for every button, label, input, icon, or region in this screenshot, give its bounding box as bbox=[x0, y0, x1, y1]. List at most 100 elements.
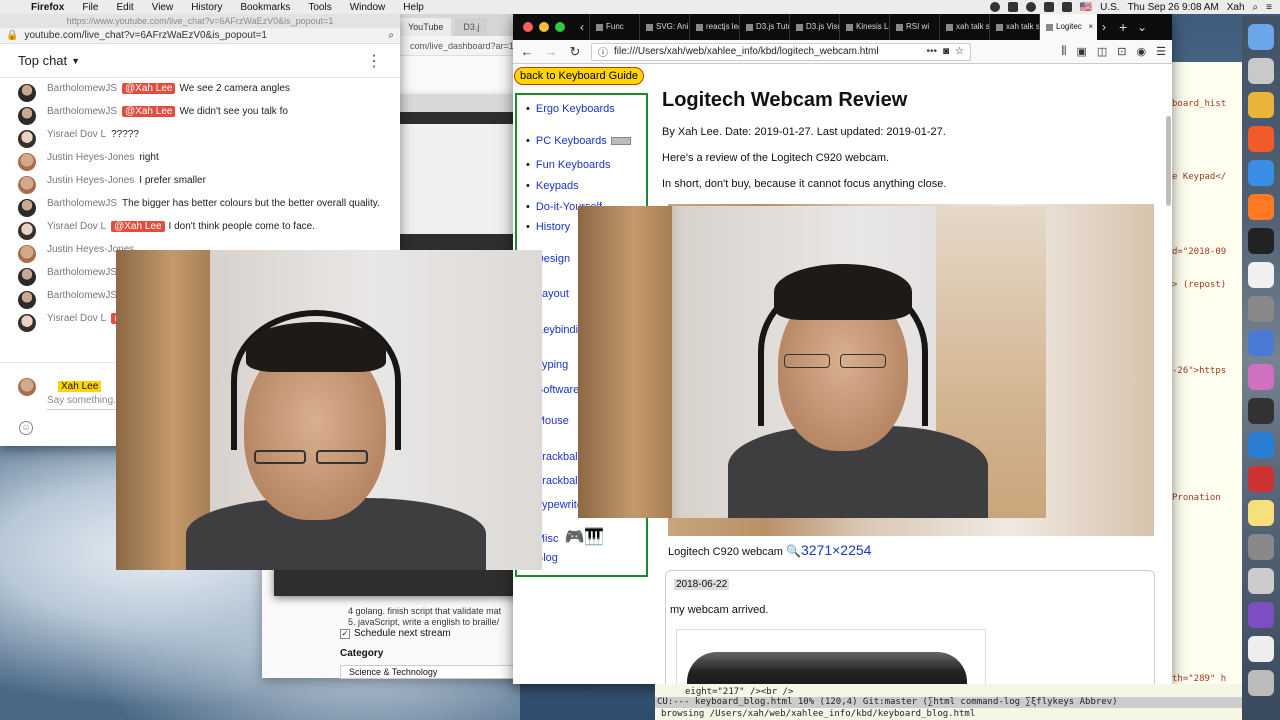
magnifier-icon[interactable]: 🔍 bbox=[786, 544, 801, 558]
message-author[interactable]: Justin Heyes-Jones bbox=[47, 175, 134, 186]
obs-icon[interactable] bbox=[1248, 398, 1274, 424]
new-tab-button[interactable]: + bbox=[1111, 19, 1135, 35]
textedit-icon[interactable] bbox=[1248, 262, 1274, 288]
browser-tab[interactable]: RSI wi bbox=[889, 14, 939, 40]
chevron-down-icon[interactable]: ▼ bbox=[71, 56, 80, 66]
nav-link[interactable]: Ergo Keyboards bbox=[526, 103, 615, 115]
browser-tab[interactable]: Logitec × bbox=[1039, 14, 1097, 40]
message-author[interactable]: Yisrael Dov L bbox=[47, 313, 106, 324]
menu-icon[interactable]: ☰ bbox=[1156, 45, 1166, 58]
avatar[interactable] bbox=[18, 176, 36, 194]
menu-help[interactable]: Help bbox=[394, 2, 433, 13]
avatar[interactable] bbox=[18, 245, 36, 263]
chat-message[interactable]: Yisrael Dov L????? bbox=[0, 127, 400, 150]
back-to-guide-link[interactable]: back to Keyboard Guide bbox=[514, 67, 645, 85]
browser-tab[interactable]: Func bbox=[589, 14, 639, 40]
avatar[interactable] bbox=[18, 199, 36, 217]
menu-bookmarks[interactable]: Bookmarks bbox=[231, 2, 299, 13]
volume-icon[interactable] bbox=[1043, 2, 1054, 12]
browser-tab[interactable]: xah talk sh bbox=[939, 14, 989, 40]
schedule-next-stream[interactable]: ✓ Schedule next stream bbox=[340, 628, 451, 639]
more-options-icon[interactable]: ⋮ bbox=[366, 51, 382, 71]
top-chat-dropdown[interactable]: Top chat bbox=[18, 53, 67, 68]
stickies-icon[interactable] bbox=[1248, 500, 1274, 526]
menu-history[interactable]: History bbox=[182, 2, 231, 13]
pocket-icon[interactable]: ◙ bbox=[943, 46, 949, 57]
avatar[interactable] bbox=[18, 291, 36, 309]
tab-d3[interactable]: D3.j bbox=[455, 18, 488, 36]
chrome-icon[interactable] bbox=[1248, 92, 1274, 118]
chat-url[interactable]: youtube.com/live_chat?v=6AFrzWaEzV0&is_p… bbox=[24, 30, 267, 41]
minimize-window-button[interactable] bbox=[539, 22, 549, 32]
browser-tab[interactable]: xah talk sh bbox=[989, 14, 1039, 40]
menu-view[interactable]: View bbox=[143, 2, 183, 13]
zoom-icon[interactable]: ⌕ bbox=[388, 30, 394, 41]
avatar[interactable] bbox=[18, 84, 36, 102]
clock[interactable]: Thu Sep 26 9:08 AM bbox=[1128, 2, 1219, 13]
chat-message[interactable]: Justin Heyes-Jones right bbox=[0, 150, 400, 173]
document-icon[interactable] bbox=[1248, 636, 1274, 662]
menu-app[interactable]: Firefox bbox=[22, 2, 73, 13]
emacs-buffer[interactable]: board_hist e Keypad</ d="2018-09 > (repost)… bbox=[1172, 62, 1242, 692]
message-author[interactable]: Justin Heyes-Jones bbox=[47, 152, 134, 163]
chat-message[interactable]: BartholomewJS The bigger has better colou… bbox=[0, 196, 400, 219]
message-author[interactable]: Yisrael Dov L bbox=[47, 221, 106, 232]
chat-message[interactable]: Yisrael Dov L @Xah Lee I don't think peopl… bbox=[0, 219, 400, 242]
avatar[interactable] bbox=[18, 107, 36, 125]
avatar[interactable] bbox=[18, 268, 36, 286]
category-select[interactable]: Science & Technology bbox=[340, 665, 520, 679]
automator-icon[interactable] bbox=[1248, 534, 1274, 560]
camera-icon[interactable] bbox=[1007, 2, 1018, 12]
user-name[interactable]: Xah bbox=[1227, 2, 1245, 13]
reload-button[interactable]: ↻ bbox=[567, 44, 583, 60]
message-author[interactable]: BartholomewJS bbox=[47, 83, 117, 94]
address-bar[interactable]: ⓘ file:///Users/xah/web/xahlee_info/kbd/… bbox=[591, 42, 971, 61]
schedule-checkbox[interactable]: ✓ bbox=[340, 628, 350, 639]
emacs-minibuffer[interactable]: browsing /Users/xah/web/xahlee_info/kbd/… bbox=[661, 709, 975, 719]
wifi-icon[interactable] bbox=[1025, 2, 1036, 12]
browser-tab[interactable]: D3.js Visu bbox=[789, 14, 839, 40]
emoji-icon[interactable]: ☺ bbox=[19, 421, 33, 435]
terminal-icon[interactable] bbox=[1248, 228, 1274, 254]
message-author[interactable]: Yisrael Dov L bbox=[47, 129, 106, 140]
avatar[interactable] bbox=[18, 314, 36, 332]
keyboard-viewer-icon[interactable] bbox=[1248, 364, 1274, 390]
menu-edit[interactable]: Edit bbox=[107, 2, 142, 13]
screenshot-icon[interactable] bbox=[1248, 568, 1274, 594]
browser-tab[interactable]: D3.js Tuto bbox=[739, 14, 789, 40]
forward-button[interactable]: → bbox=[543, 44, 559, 59]
brave-icon[interactable] bbox=[1248, 126, 1274, 152]
message-author[interactable]: BartholomewJS bbox=[47, 106, 117, 117]
system-preferences-icon[interactable] bbox=[1248, 296, 1274, 322]
message-author[interactable]: BartholomewJS bbox=[47, 290, 117, 301]
browser-tab[interactable]: SVG: Anim bbox=[639, 14, 689, 40]
tab-scroll-right-icon[interactable]: › bbox=[1097, 20, 1111, 34]
avatar[interactable] bbox=[18, 153, 36, 171]
address-url[interactable]: file:///Users/xah/web/xahlee_info/kbd/lo… bbox=[614, 46, 879, 57]
nav-link[interactable]: Fun Keyboards bbox=[526, 159, 611, 171]
menu-tools[interactable]: Tools bbox=[299, 2, 340, 13]
webcam-product-image[interactable] bbox=[676, 629, 986, 684]
finder-icon[interactable] bbox=[1248, 24, 1274, 50]
input-source[interactable]: U.S. bbox=[1100, 2, 1119, 13]
launchpad-icon[interactable] bbox=[1248, 58, 1274, 84]
browser-tab[interactable]: reactjs lea bbox=[689, 14, 739, 40]
browser-tab[interactable]: Kinesis La bbox=[839, 14, 889, 40]
library-icon[interactable]: ⫼ bbox=[1061, 45, 1066, 58]
edge-icon[interactable] bbox=[1248, 432, 1274, 458]
spotlight-icon[interactable]: ⌕ bbox=[1253, 2, 1259, 13]
photo-booth-icon[interactable] bbox=[1248, 466, 1274, 492]
avatar[interactable] bbox=[18, 222, 36, 240]
activity-monitor-icon[interactable] bbox=[1248, 330, 1274, 356]
chat-message[interactable]: BartholomewJS @Xah Lee We see 2 camera ang… bbox=[0, 81, 400, 104]
firefox-icon[interactable] bbox=[1248, 194, 1274, 220]
account-icon[interactable]: ◉ bbox=[1137, 45, 1147, 58]
info-icon[interactable]: ⓘ bbox=[598, 44, 608, 59]
battery-icon[interactable] bbox=[1061, 2, 1072, 12]
obs-icon[interactable] bbox=[989, 2, 1000, 12]
full-size-link[interactable]: 3271×2254 bbox=[801, 542, 871, 558]
close-window-button[interactable] bbox=[523, 22, 533, 32]
message-author[interactable]: BartholomewJS bbox=[47, 198, 117, 209]
close-tab-icon[interactable]: × bbox=[1088, 14, 1093, 40]
safari-icon[interactable] bbox=[1248, 160, 1274, 186]
